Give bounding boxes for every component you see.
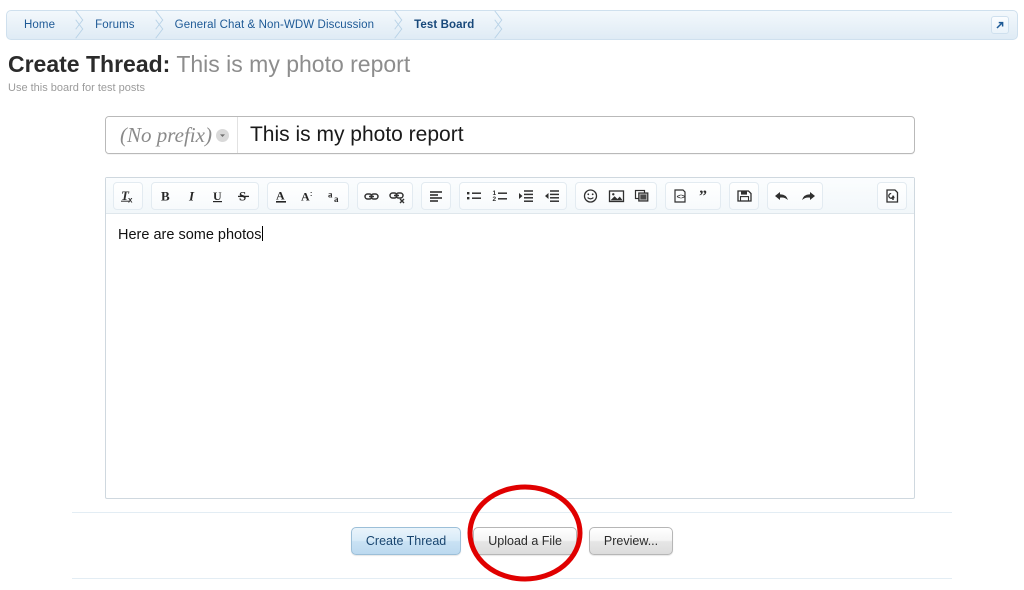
upload-a-file-button[interactable]: Upload a File xyxy=(473,527,577,555)
svg-text:A: A xyxy=(276,188,285,202)
breadcrumb-link-forums[interactable]: Forums xyxy=(82,10,148,40)
remove-format-button[interactable]: T x xyxy=(115,183,141,209)
chevron-right-icon xyxy=(148,10,162,40)
undo-button[interactable] xyxy=(769,183,795,209)
toolbar-group-media xyxy=(575,181,657,210)
svg-text:a: a xyxy=(334,194,339,204)
preview-button[interactable]: Preview... xyxy=(588,527,674,555)
chevron-right-icon xyxy=(68,10,82,40)
numbered-list-button[interactable]: 1 2 xyxy=(487,183,513,209)
message-text: Here are some photos xyxy=(118,227,262,243)
italic-button[interactable]: I xyxy=(179,183,205,209)
chevron-right-icon xyxy=(387,10,401,40)
svg-text::: : xyxy=(310,191,312,198)
prefix-select-label: (No prefix) xyxy=(120,122,212,147)
toolbar-group-alignment xyxy=(421,181,451,210)
text-color-button[interactable]: A xyxy=(269,183,295,209)
svg-text:B: B xyxy=(161,188,170,203)
page-title-value: This is my photo report xyxy=(176,51,411,77)
svg-text:A: A xyxy=(301,189,310,203)
image-icon-button[interactable] xyxy=(603,183,629,209)
smilies-button[interactable] xyxy=(577,183,603,209)
toolbar-group-code-quote: <> ” xyxy=(665,181,721,210)
page-root: Home Forums General Chat & Non-WDW Discu… xyxy=(0,0,1024,590)
breadcrumb-item-forums[interactable]: Forums xyxy=(82,11,148,39)
page-subtitle: Use this board for test posts xyxy=(8,82,145,94)
chevron-down-icon xyxy=(215,128,229,142)
chevron-right-icon xyxy=(487,10,501,40)
thread-title-input[interactable] xyxy=(237,117,914,153)
svg-text:2: 2 xyxy=(492,196,496,203)
message-editor-body[interactable]: Here are some photos xyxy=(106,214,914,498)
bold-button[interactable]: B xyxy=(153,183,179,209)
divider-below-actions xyxy=(72,578,952,579)
expand-arrow-icon[interactable] xyxy=(991,16,1009,34)
create-thread-button[interactable]: Create Thread xyxy=(350,527,462,555)
breadcrumb-link-general-chat[interactable]: General Chat & Non-WDW Discussion xyxy=(162,10,388,40)
toolbar-group-link xyxy=(357,181,413,210)
page-title: Create Thread: This is my photo report xyxy=(8,50,410,78)
svg-text:x: x xyxy=(128,195,133,204)
breadcrumb-list: Home Forums General Chat & Non-WDW Discu… xyxy=(7,11,501,39)
breadcrumb-link-home[interactable]: Home xyxy=(11,10,68,40)
form-actions: Create Thread Upload a File Preview... xyxy=(0,527,1024,555)
toolbar-group-font-style: A A : a a xyxy=(267,181,349,210)
redo-button[interactable] xyxy=(795,183,821,209)
svg-text:a: a xyxy=(328,189,333,199)
insert-code-button[interactable]: <> xyxy=(667,183,693,209)
toolbar-group-history xyxy=(767,181,823,210)
svg-text:”: ” xyxy=(699,188,707,204)
breadcrumb: Home Forums General Chat & Non-WDW Discu… xyxy=(6,10,1018,40)
svg-text:U: U xyxy=(213,189,222,203)
outdent-button[interactable] xyxy=(539,183,565,209)
prefix-select[interactable]: (No prefix) xyxy=(106,117,238,153)
thread-title-row: (No prefix) xyxy=(105,116,915,154)
save-draft-button[interactable] xyxy=(731,183,757,209)
insert-quote-button[interactable]: ” xyxy=(693,183,719,209)
toolbar-group-lists: 1 2 xyxy=(459,181,567,210)
rich-text-editor: T x B I U A A: a a 1 2 <> ” Here are so… xyxy=(105,177,915,499)
strikethrough-button[interactable]: S xyxy=(231,183,257,209)
toolbar-group-text-style: B I U S xyxy=(151,181,259,210)
breadcrumb-link-test-board[interactable]: Test Board xyxy=(401,10,487,40)
toggle-bbcode-button[interactable] xyxy=(879,183,905,209)
breadcrumb-item-test-board[interactable]: Test Board xyxy=(401,11,487,39)
unlink-button[interactable] xyxy=(385,183,411,209)
toolbar-group-formatting-clear: T x xyxy=(113,181,143,210)
svg-text:<>: <> xyxy=(677,192,686,201)
font-size-button[interactable]: A : xyxy=(295,183,321,209)
svg-text:I: I xyxy=(188,188,195,203)
divider-above-actions xyxy=(72,512,952,513)
toolbar-group-source xyxy=(877,181,907,210)
breadcrumb-item-home[interactable]: Home xyxy=(11,11,68,39)
font-family-button[interactable]: a a xyxy=(321,183,347,209)
insert-link-button[interactable] xyxy=(359,183,385,209)
editor-toolbar: T x B I U A A: a a 1 2 <> ” xyxy=(106,178,914,214)
page-title-lead: Create Thread: xyxy=(8,51,171,77)
align-button[interactable] xyxy=(423,183,449,209)
indent-button[interactable] xyxy=(513,183,539,209)
bullet-list-button[interactable] xyxy=(461,183,487,209)
underline-button[interactable]: U xyxy=(205,183,231,209)
breadcrumb-item-general-chat[interactable]: General Chat & Non-WDW Discussion xyxy=(162,11,388,39)
media-stack-icon-button[interactable] xyxy=(629,183,655,209)
text-cursor xyxy=(262,226,264,241)
toolbar-group-draft xyxy=(729,181,759,210)
